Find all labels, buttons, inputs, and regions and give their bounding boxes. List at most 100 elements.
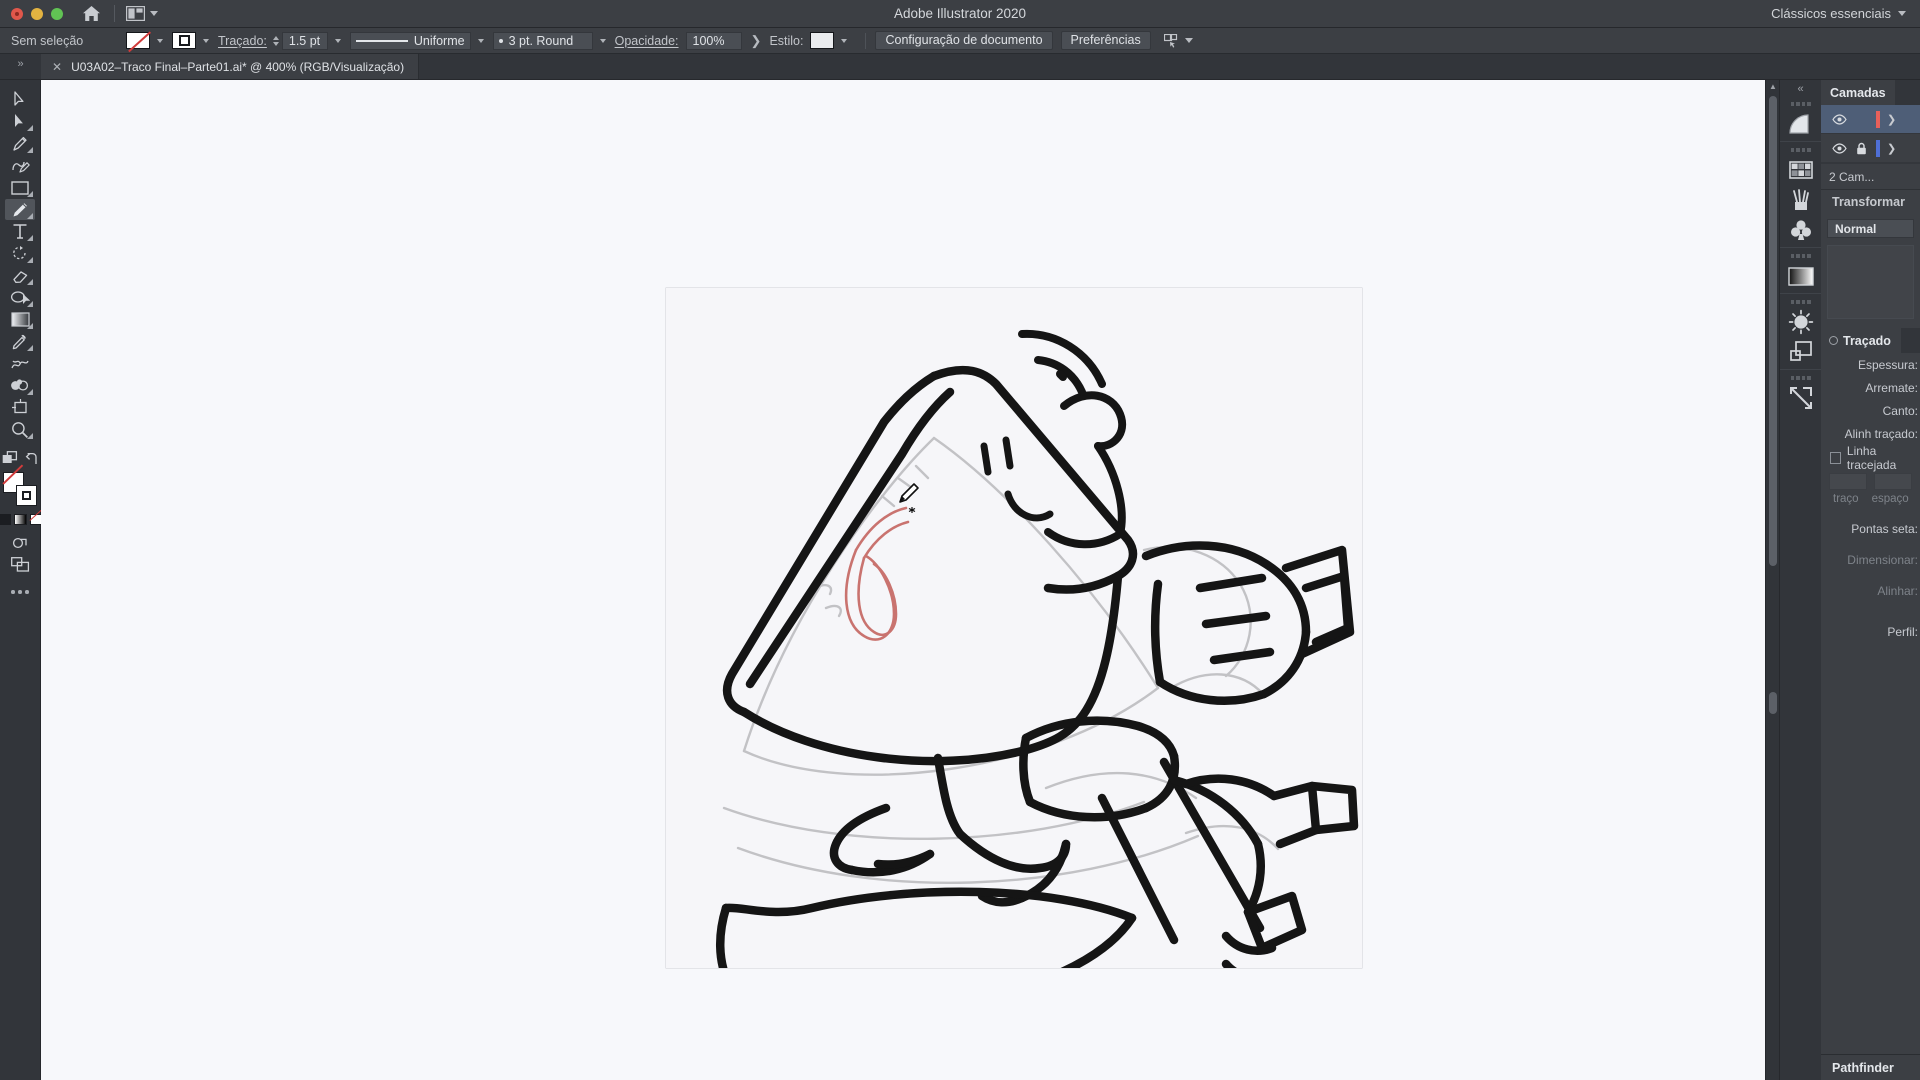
tab-tracado[interactable]: Traçado [1821, 328, 1901, 353]
dash-input[interactable] [1829, 473, 1867, 490]
maximize-window-button[interactable] [51, 7, 63, 20]
stroke-profile-select[interactable]: Uniforme [349, 31, 471, 50]
layer-row[interactable]: ❯ [1821, 134, 1920, 163]
layer-row[interactable]: ❯ [1821, 105, 1920, 134]
color-swatch-icon[interactable] [0, 514, 11, 525]
artboard[interactable] [666, 288, 1362, 968]
stroke-weight-chevron-icon[interactable] [334, 38, 341, 43]
arrowheads-row[interactable]: Pontas seta: [1821, 517, 1920, 540]
selection-tool[interactable] [5, 89, 35, 110]
pen-tool[interactable] [5, 133, 35, 154]
export-panel-icon[interactable] [1785, 383, 1817, 413]
select-similar-objects[interactable] [1163, 33, 1193, 48]
chevron-down-icon[interactable] [1184, 38, 1193, 43]
eye-icon[interactable] [1828, 142, 1850, 154]
layers-extra-panel-icon[interactable] [1785, 337, 1817, 367]
eyedropper-tool[interactable] [5, 331, 35, 352]
stroke-weight-row[interactable]: Espessura: [1821, 353, 1920, 376]
zoom-tool[interactable] [5, 419, 35, 440]
more-tools-icon[interactable] [11, 590, 29, 594]
transform-panel-header[interactable]: Transformar [1821, 189, 1920, 214]
minimize-window-button[interactable] [31, 7, 43, 20]
dashed-line-row[interactable]: Linha tracejada [1821, 444, 1920, 472]
gradient-bar-panel-icon[interactable] [1785, 261, 1817, 291]
close-icon[interactable]: ✕ [52, 60, 62, 74]
direct-selection-tool[interactable] [5, 111, 35, 132]
vertical-scroll-thumb[interactable] [1769, 96, 1777, 566]
stroke-cap-row[interactable]: Arremate: [1821, 376, 1920, 399]
blend-mode-select[interactable]: Normal [1827, 219, 1914, 238]
fill-dropdown-chevron-icon[interactable] [157, 38, 163, 43]
undo-icon[interactable] [25, 452, 39, 469]
preferences-button[interactable]: Preferências [1060, 31, 1151, 50]
draw-mode-icon[interactable] [5, 532, 35, 553]
brush-definition-select[interactable]: 3 pt. Round [492, 31, 593, 50]
eye-icon[interactable] [1828, 113, 1850, 125]
collapse-panels-icon[interactable]: « [1780, 80, 1821, 98]
dashed-line-checkbox[interactable] [1830, 451, 1841, 464]
eraser-tool[interactable] [5, 265, 35, 286]
style-chevron-icon[interactable] [841, 38, 848, 43]
chevron-right-icon[interactable]: ❯ [1887, 142, 1896, 155]
free-transform-tool[interactable] [5, 287, 35, 308]
gap-label: espaço [1871, 493, 1909, 505]
brushes-panel-icon[interactable] [1785, 185, 1817, 215]
stroke-dropdown-chevron-icon[interactable] [203, 38, 209, 43]
swatches-panel-icon[interactable] [1785, 155, 1817, 185]
type-tool[interactable] [5, 221, 35, 242]
arrange-icon[interactable] [2, 451, 19, 469]
gradient-panel-icon[interactable] [1785, 109, 1817, 139]
canvas-container: ▲ [41, 80, 1779, 1080]
canvas-vertical-scrollbar[interactable]: ▲ [1765, 80, 1779, 1080]
graphic-style-swatch[interactable] [810, 32, 835, 49]
stroke-weight-stepper[interactable] [272, 35, 279, 46]
appearance-attributes-list[interactable] [1827, 245, 1914, 319]
rail-grip-5[interactable] [1790, 376, 1811, 380]
brush-definition-chevron-icon[interactable] [599, 38, 606, 43]
stroke-weight-input[interactable]: 1.5 pt [281, 31, 328, 50]
toolbar-expand-icon[interactable]: » [0, 54, 41, 79]
stroke-color-swatch[interactable] [172, 32, 196, 49]
rail-grip-4[interactable] [1790, 300, 1811, 304]
canvas[interactable] [41, 80, 1765, 1080]
opacity-options-chevron-icon[interactable]: ❯ [751, 33, 762, 49]
scroll-up-icon[interactable]: ▲ [1766, 80, 1779, 92]
rail-grip-2[interactable] [1790, 148, 1811, 152]
rail-grip-3[interactable] [1790, 254, 1811, 258]
curvature-tool[interactable] [5, 155, 35, 176]
artboard-tool[interactable] [5, 397, 35, 418]
gradient-tool[interactable] [5, 309, 35, 330]
gradient-swatch-icon[interactable] [13, 514, 27, 525]
screen-mode-icon[interactable] [5, 554, 35, 575]
rectangle-tool[interactable] [5, 177, 35, 198]
blend-tool[interactable] [5, 353, 35, 374]
close-window-button[interactable] [11, 7, 23, 20]
gap-input[interactable] [1874, 473, 1912, 490]
stepper-up-icon[interactable] [272, 35, 279, 40]
arrange-documents-icon[interactable] [126, 6, 158, 21]
home-icon[interactable] [79, 2, 103, 26]
symbols-panel-icon[interactable] [1785, 215, 1817, 245]
opacity-input[interactable]: 100% [685, 31, 742, 50]
pencil-tool[interactable] [5, 199, 35, 220]
tab-camadas[interactable]: Camadas [1821, 80, 1895, 105]
chevron-right-icon[interactable]: ❯ [1887, 113, 1896, 126]
symbol-sprayer-tool[interactable] [5, 375, 35, 396]
document-tab-bar: » ✕ U03A02–Traco Final–Parte01.ai* @ 400… [0, 54, 1920, 80]
document-tab[interactable]: ✕ U03A02–Traco Final–Parte01.ai* @ 400% … [41, 54, 420, 79]
vertical-scroll-thumb-2[interactable] [1769, 692, 1777, 714]
stroke-swatch-tool[interactable] [16, 485, 37, 506]
workspace-switcher[interactable]: Clássicos essenciais [1771, 6, 1920, 21]
stroke-profile-chevron-icon[interactable] [477, 38, 484, 43]
lock-icon[interactable] [1850, 142, 1872, 155]
stepper-down-icon[interactable] [272, 41, 279, 46]
appearance-panel-icon[interactable] [1785, 307, 1817, 337]
pathfinder-panel-header[interactable]: Pathfinder [1821, 1054, 1920, 1080]
rail-grip[interactable] [1790, 102, 1811, 106]
document-setup-button[interactable]: Configuração de documento [875, 31, 1053, 50]
stroke-corner-row[interactable]: Canto: [1821, 399, 1920, 422]
stroke-align-row[interactable]: Alinh traçado: [1821, 422, 1920, 445]
fill-color-swatch[interactable] [126, 32, 150, 49]
rotate-tool[interactable] [5, 243, 35, 264]
profile-row[interactable]: Perfil: [1821, 620, 1920, 643]
